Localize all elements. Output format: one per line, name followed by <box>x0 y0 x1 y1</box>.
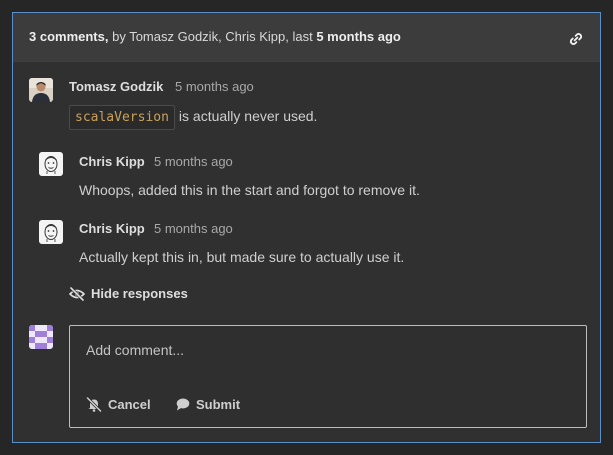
inline-code: scalaVersion <box>69 105 175 130</box>
speech-bubble-icon <box>176 398 190 411</box>
comment-body: scalaVersion is actually never used. <box>69 105 317 130</box>
hide-responses-button[interactable]: Hide responses <box>69 286 188 301</box>
submit-label: Submit <box>196 397 241 412</box>
new-comment-box: Cancel Submit <box>69 325 587 428</box>
comment-author[interactable]: Tomasz Godzik <box>69 79 163 94</box>
submit-button[interactable]: Submit <box>176 397 240 412</box>
comment-author[interactable]: Chris Kipp <box>79 154 145 169</box>
comment-body: Whoops, added this in the start and forg… <box>79 182 420 198</box>
last-activity-time: 5 months ago <box>316 29 401 44</box>
participants-text: by Tomasz Godzik, Chris Kipp, last <box>108 29 317 44</box>
comments-panel: 3 comments, by Tomasz Godzik, Chris Kipp… <box>12 12 601 443</box>
avatar[interactable] <box>39 152 63 176</box>
comment-author[interactable]: Chris Kipp <box>79 221 145 236</box>
comment-time[interactable]: 5 months ago <box>154 154 233 169</box>
bell-slash-icon <box>86 397 102 412</box>
comment-count: 3 comments, <box>29 29 109 44</box>
comment-body: Actually kept this in, but made sure to … <box>79 249 405 265</box>
link-icon[interactable] <box>568 31 584 47</box>
hide-responses-label: Hide responses <box>91 286 188 301</box>
comment-time[interactable]: 5 months ago <box>154 221 233 236</box>
cancel-label: Cancel <box>108 397 151 412</box>
comments-summary: 3 comments, by Tomasz Godzik, Chris Kipp… <box>29 29 401 44</box>
comments-header: 3 comments, by Tomasz Godzik, Chris Kipp… <box>13 13 600 62</box>
avatar[interactable] <box>29 325 53 349</box>
avatar[interactable] <box>39 220 63 244</box>
avatar[interactable] <box>29 78 53 102</box>
eye-slash-icon <box>69 286 85 301</box>
comment-text: is actually never used. <box>178 108 318 124</box>
add-comment-input[interactable] <box>86 342 566 358</box>
cancel-button[interactable]: Cancel <box>86 397 151 412</box>
comment-time[interactable]: 5 months ago <box>175 79 254 94</box>
